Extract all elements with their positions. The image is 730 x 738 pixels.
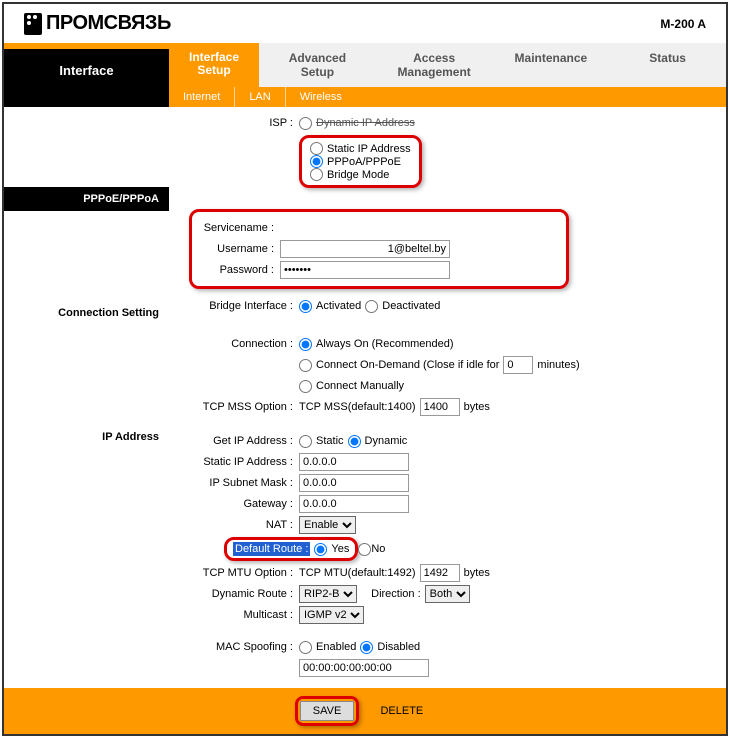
subtab-internet[interactable]: Internet <box>169 87 234 107</box>
conn-ondemand-radio[interactable] <box>299 359 312 372</box>
multicast-label: Multicast : <box>169 609 299 621</box>
mss-unit: bytes <box>464 401 490 413</box>
conn-always-label: Always On (Recommended) <box>316 338 454 350</box>
tab-maintenance[interactable]: Maintenance <box>493 43 610 87</box>
model-label: M-200 A <box>660 17 706 31</box>
isp-static-radio[interactable] <box>310 142 323 155</box>
defroute-yes-radio[interactable] <box>314 543 327 556</box>
save-highlight: SAVE <box>295 696 360 726</box>
macspoof-label: MAC Spoofing : <box>169 641 299 653</box>
isp-dynamic-label: Dynamic IP Address <box>316 117 415 129</box>
getip-static-radio[interactable] <box>299 435 312 448</box>
mtu-label: TCP MTU Option : <box>169 567 299 579</box>
defroute-no-label: No <box>371 543 385 555</box>
bridge-label: Bridge Interface : <box>169 300 299 312</box>
logo-icon <box>24 13 42 35</box>
isp-dynamic-radio[interactable] <box>299 117 312 130</box>
section-title: Interface <box>4 43 169 107</box>
bridge-activated-radio[interactable] <box>299 300 312 313</box>
mtu-unit: bytes <box>464 567 490 579</box>
mss-pre: TCP MSS(default:1400) <box>299 401 416 413</box>
isp-highlight: Static IP Address PPPoA/PPPoE Bridge Mod… <box>299 135 422 188</box>
nat-label: NAT : <box>169 519 299 531</box>
mss-input[interactable] <box>420 398 460 416</box>
servicename-label: Servicename : <box>200 222 280 234</box>
tab-advanced-setup[interactable]: Advanced Setup <box>259 43 376 87</box>
defroute-highlight: Default Route : Yes <box>224 537 358 561</box>
tab-access-management[interactable]: Access Management <box>376 43 493 87</box>
bridge-deactivated-radio[interactable] <box>365 300 378 313</box>
auth-highlight: Servicename : Username : Password : <box>189 209 569 289</box>
conn-ondemand-pre: Connect On-Demand (Close if idle for <box>316 359 499 371</box>
direction-label: Direction : <box>371 588 421 600</box>
multicast-select[interactable]: IGMP v2 <box>299 606 364 624</box>
mtu-input[interactable] <box>420 564 460 582</box>
conn-manual-radio[interactable] <box>299 380 312 393</box>
defroute-yes-label: Yes <box>331 543 349 555</box>
side-ip: IP Address <box>4 425 169 449</box>
direction-select[interactable]: Both <box>425 585 470 603</box>
dynroute-label: Dynamic Route : <box>169 588 299 600</box>
mask-label: IP Subnet Mask : <box>169 477 299 489</box>
brand-logo: ПРОМСВЯЗЬ <box>24 12 171 35</box>
delete-button[interactable]: DELETE <box>368 702 435 720</box>
username-input[interactable] <box>280 240 450 258</box>
bridge-activated-label: Activated <box>316 300 361 312</box>
password-input[interactable] <box>280 261 450 279</box>
getip-dynamic-radio[interactable] <box>348 435 361 448</box>
mtu-pre: TCP MTU(default:1492) <box>299 567 416 579</box>
isp-label: ISP : <box>169 117 299 129</box>
nat-select[interactable]: Enable <box>299 516 356 534</box>
mac-input[interactable] <box>299 659 429 677</box>
gateway-input[interactable] <box>299 495 409 513</box>
gateway-label: Gateway : <box>169 498 299 510</box>
mac-enabled-radio[interactable] <box>299 641 312 654</box>
isp-bridge-label: Bridge Mode <box>327 169 389 181</box>
conn-always-radio[interactable] <box>299 338 312 351</box>
mac-enabled-label: Enabled <box>316 641 356 653</box>
mask-input[interactable] <box>299 474 409 492</box>
connection-label: Connection : <box>169 338 299 350</box>
dynroute-select[interactable]: RIP2-B <box>299 585 357 603</box>
staticip-label: Static IP Address : <box>169 456 299 468</box>
save-button[interactable]: SAVE <box>300 701 355 721</box>
getip-static-label: Static <box>316 435 344 447</box>
mac-disabled-label: Disabled <box>377 641 420 653</box>
conn-manual-label: Connect Manually <box>316 380 404 392</box>
tab-interface-setup[interactable]: Interface Setup <box>169 43 259 87</box>
conn-ondemand-post: minutes) <box>537 359 579 371</box>
side-pppoe: PPPoE/PPPoA <box>4 187 169 211</box>
footer-bar: SAVE DELETE <box>4 688 726 734</box>
isp-bridge-radio[interactable] <box>310 168 323 181</box>
password-label: Password : <box>200 264 280 276</box>
mss-label: TCP MSS Option : <box>169 401 299 413</box>
brand-text: ПРОМСВЯЗЬ <box>46 12 171 35</box>
defroute-no-radio[interactable] <box>358 543 371 556</box>
getip-dynamic-label: Dynamic <box>365 435 408 447</box>
username-label: Username : <box>200 243 280 255</box>
mac-disabled-radio[interactable] <box>360 641 373 654</box>
side-conn: Connection Setting <box>4 301 169 325</box>
staticip-input[interactable] <box>299 453 409 471</box>
tab-status[interactable]: Status <box>609 43 726 87</box>
defroute-label: Default Route : <box>233 542 310 556</box>
isp-pppoa-label: PPPoA/PPPoE <box>327 156 401 168</box>
bridge-deactivated-label: Deactivated <box>382 300 440 312</box>
isp-pppoa-radio[interactable] <box>310 155 323 168</box>
subtab-lan[interactable]: LAN <box>234 87 284 107</box>
conn-idle-input[interactable] <box>503 356 533 374</box>
getip-label: Get IP Address : <box>169 435 299 447</box>
subtab-wireless[interactable]: Wireless <box>285 87 356 107</box>
isp-static-label: Static IP Address <box>327 143 411 155</box>
